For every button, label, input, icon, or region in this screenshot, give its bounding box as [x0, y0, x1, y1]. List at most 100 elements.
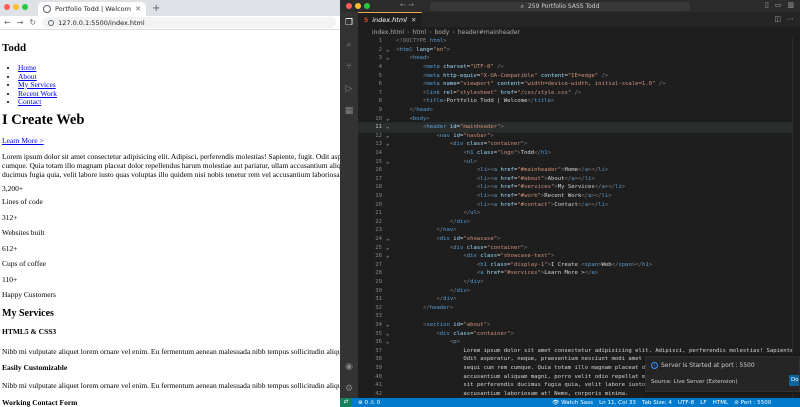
editor-tab-index-html[interactable]: 5 index.html ✕ — [358, 12, 423, 27]
address-bar[interactable]: 127.0.0.1:5500/index.html — [42, 17, 336, 28]
code-line[interactable]: 6 <meta name="viewport" content="width=d… — [358, 80, 800, 89]
fold-chevron-icon[interactable]: ⌄ — [386, 322, 396, 328]
fold-chevron-icon[interactable]: ⌄ — [386, 253, 396, 259]
fold-chevron-icon[interactable]: ⌄ — [386, 339, 396, 345]
watch-sass-button[interactable]: 👁 Watch Sass — [552, 400, 593, 406]
code-line[interactable]: 13 ⌄ <div class="container"> — [358, 140, 800, 149]
more-actions-icon[interactable]: ⋯ — [787, 15, 794, 23]
code-line[interactable]: 35 ⌄ <div class="container"> — [358, 329, 800, 338]
fold-chevron-icon[interactable]: ⌄ — [386, 124, 396, 130]
code-line[interactable]: 23 </nav> — [358, 226, 800, 235]
code-line[interactable]: 26 ⌄ <div class="showcase-text"> — [358, 252, 800, 261]
split-editor-icon[interactable]: ◫ — [774, 15, 781, 23]
breadcrumb-item[interactable]: body — [434, 29, 449, 36]
line-number: 10 — [375, 115, 382, 122]
site-info-icon[interactable] — [48, 19, 55, 26]
code-line[interactable]: 10 ⌄ <body> — [358, 114, 800, 123]
layout-panel-icon[interactable]: ▭ — [775, 1, 782, 9]
code-line[interactable]: 31 </div> — [358, 295, 800, 304]
fold-chevron-icon[interactable]: ⌄ — [386, 159, 396, 165]
nav-link-contact[interactable]: Contact — [18, 97, 41, 106]
code-line[interactable]: 2 ⌄ <html lang="en"> — [358, 46, 800, 55]
layout-sidebar-icon[interactable]: ▯ — [765, 1, 769, 9]
end-of-line[interactable]: LF — [700, 400, 706, 406]
code-line[interactable]: 27 <h1 class="display-1">I Create <span>… — [358, 261, 800, 270]
explorer-icon[interactable]: ❐ — [344, 18, 354, 28]
code-line[interactable]: 36 ⌄ <p> — [358, 338, 800, 347]
learn-more-link[interactable]: Learn More > — [2, 136, 44, 145]
back-icon[interactable]: ← — [4, 18, 11, 27]
code-line[interactable]: 11 ⌄ <header id="mainheader"> — [358, 122, 800, 133]
close-window-icon[interactable] — [4, 4, 10, 10]
command-center[interactable]: ⌕ 259 Portfolio SASS Todd — [430, 2, 690, 11]
code-line[interactable]: 18 <li><a href="#services">My Services</… — [358, 183, 800, 192]
run-debug-icon[interactable]: ▷ — [344, 84, 354, 94]
breadcrumb-item[interactable]: index.html — [372, 29, 404, 36]
tab-size[interactable]: Tab Size: 4 — [642, 400, 672, 406]
code-line[interactable]: 19 <li><a href="#work">Recent Work</a></… — [358, 192, 800, 201]
source-control-icon[interactable]: ⑂ — [344, 62, 354, 72]
fold-chevron-icon[interactable]: ⌄ — [386, 116, 396, 122]
code-line[interactable]: 33 — [358, 312, 800, 321]
code-line[interactable]: 12 ⌄ <nav id="navbar"> — [358, 132, 800, 141]
code-line[interactable]: 22 </div> — [358, 218, 800, 227]
forward-icon[interactable]: → — [408, 1, 414, 9]
code-line[interactable]: 4 <meta charset="UTF-8" /> — [358, 63, 800, 72]
fold-chevron-icon[interactable]: ⌄ — [386, 47, 396, 53]
code-line[interactable]: 30 </div> — [358, 286, 800, 295]
minimize-window-icon[interactable] — [13, 4, 19, 10]
fold-chevron-icon[interactable]: ⌄ — [386, 133, 396, 139]
code-line[interactable]: 5 <meta http-equiv="X-UA-Compatible" con… — [358, 71, 800, 80]
close-icon[interactable]: ✕ — [411, 16, 416, 24]
code-line[interactable]: 20 <li><a href="#contact">Contact</a></l… — [358, 200, 800, 209]
code-line[interactable]: 16 <li><a href="#mainheader">Home</a></l… — [358, 166, 800, 175]
code-line[interactable]: 28 <a href="#services">Learn More ></a> — [358, 269, 800, 278]
minimize-window-icon[interactable] — [355, 3, 361, 9]
fold-chevron-icon[interactable]: ⌄ — [386, 331, 396, 337]
fold-chevron-icon[interactable]: ⌄ — [386, 236, 396, 242]
code-line[interactable]: 21 </ul> — [358, 209, 800, 218]
notification-action-button[interactable]: Don't show again — [789, 375, 799, 386]
code-line[interactable]: 25 ⌄ <div class="container"> — [358, 243, 800, 252]
code-editor[interactable]: 1 <!DOCTYPE html> 2 ⌄ <html lang="en"> 3 ⌄ <he… — [358, 37, 800, 398]
code-line[interactable]: 3 ⌄ <head> — [358, 54, 800, 63]
code-line[interactable]: 8 <title>Portfolio Todd | Welcome</title… — [358, 97, 800, 106]
code-line[interactable]: 1 <!DOCTYPE html> — [358, 37, 800, 46]
code-line[interactable]: 15 ⌄ <ul> — [358, 157, 800, 166]
encoding[interactable]: UTF-8 — [678, 400, 694, 406]
back-icon[interactable]: ← — [400, 1, 406, 9]
code-line[interactable]: 17 <li><a href="#about">About</a></li> — [358, 175, 800, 184]
close-tab-icon[interactable]: ✕ — [135, 5, 141, 13]
code-line[interactable]: 34 ⌄ <section id="about"> — [358, 321, 800, 330]
browser-tab[interactable]: Portfolio Todd | Welcome ✕ — [38, 2, 146, 16]
account-icon[interactable]: ◉ — [344, 362, 354, 372]
fold-chevron-icon[interactable]: ⌄ — [386, 245, 396, 251]
language-mode[interactable]: HTML — [713, 400, 729, 406]
code-line[interactable]: 29 </div> — [358, 278, 800, 287]
code-line[interactable]: 14 <h1 class="logo">Todd</h1> — [358, 149, 800, 158]
breadcrumb-item[interactable]: html — [412, 29, 426, 36]
fold-chevron-icon[interactable]: ⌄ — [386, 141, 396, 147]
layout-icon[interactable]: ▥ — [787, 1, 794, 9]
search-icon[interactable]: ⌕ — [344, 40, 354, 50]
forward-icon[interactable]: → — [17, 18, 24, 27]
breadcrumb-item[interactable]: header#mainheader — [458, 29, 520, 36]
live-server-port[interactable]: ⊘ Port : 5500 — [734, 400, 771, 406]
code-line[interactable]: 24 ⌄ <div id="showcase"> — [358, 235, 800, 244]
gear-icon[interactable]: ⚙ — [344, 384, 354, 394]
code-line[interactable]: 37 Lorem ipsum dolor sit amet consectetu… — [358, 347, 800, 356]
fold-chevron-icon[interactable]: ⌄ — [386, 55, 396, 61]
extensions-icon[interactable]: ▦ — [344, 106, 354, 116]
code-line[interactable]: 9 </head> — [358, 106, 800, 115]
maximize-window-icon[interactable] — [364, 3, 370, 9]
problems-status[interactable]: ⊗ 0 ⚠ 0 — [358, 400, 380, 406]
code-line[interactable]: 7 <link rel="stylesheet" href="/css/styl… — [358, 89, 800, 98]
reload-icon[interactable]: ↻ — [29, 18, 36, 27]
cursor-position[interactable]: Ln 11, Col 33 — [599, 400, 636, 406]
code-line[interactable]: 32 </header> — [358, 304, 800, 313]
minimap[interactable] — [792, 37, 800, 398]
new-tab-icon[interactable]: + — [152, 2, 160, 16]
close-window-icon[interactable] — [346, 3, 352, 9]
remote-icon[interactable]: ⇄ — [340, 398, 352, 407]
maximize-window-icon[interactable] — [22, 4, 28, 10]
